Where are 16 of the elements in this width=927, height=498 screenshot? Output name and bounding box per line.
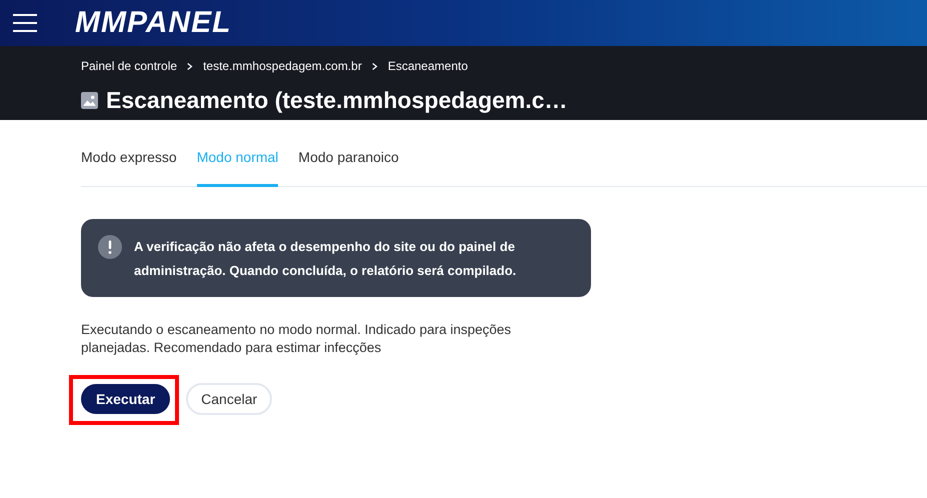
breadcrumb-link[interactable]: teste.mmhospedagem.com.br <box>203 57 362 75</box>
chevron-icon <box>372 62 378 70</box>
page-title: Escaneamento (teste.mmhospedagem.c… <box>106 86 568 115</box>
logo[interactable]: MMPANEL <box>75 8 232 38</box>
menu-icon[interactable] <box>13 13 37 33</box>
tab[interactable]: Modo expresso <box>81 147 177 187</box>
run-button[interactable]: Executar <box>81 384 170 414</box>
alert-text: A verificação não afeta o desempenho do site ou do painel de administração. Quando concluída, o relatório será compilado. <box>134 238 518 280</box>
breadcrumb-link[interactable]: Painel de controle <box>81 57 178 75</box>
cancel-button[interactable]: Cancelar <box>186 383 272 415</box>
exclamation-icon <box>98 235 122 259</box>
tab[interactable]: Modo paranoico <box>298 147 399 187</box>
breadcrumb-link[interactable]: Escaneamento <box>388 57 468 75</box>
chevron-icon <box>187 62 194 70</box>
description-text: Executando o escaneamento no modo normal. Indicado para inspeções planejadas. Recomendado para estimar infecções <box>81 321 512 357</box>
image-icon <box>81 92 98 109</box>
